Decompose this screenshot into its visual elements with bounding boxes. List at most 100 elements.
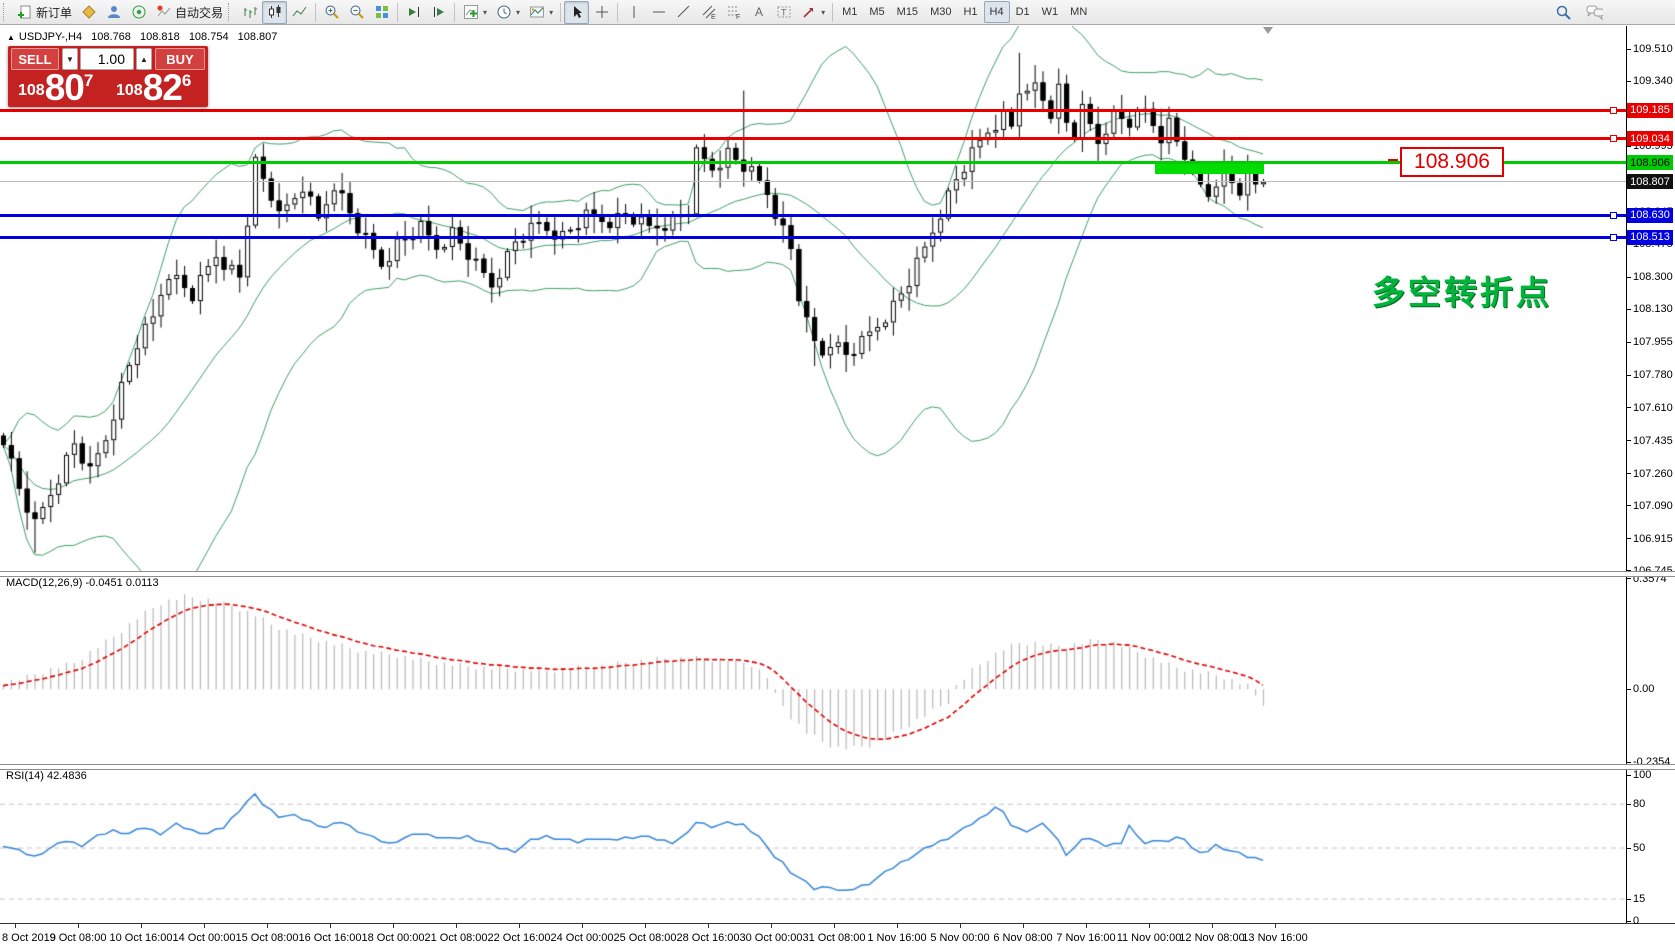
- chart-shift-button[interactable]: [426, 1, 451, 24]
- macd-indicator-label: MACD(12,26,9) -0.0451 0.0113: [6, 577, 159, 589]
- line-handle[interactable]: [1610, 234, 1617, 241]
- turning-point-annotation[interactable]: 多空转折点: [1372, 266, 1552, 314]
- bid-pip-digit: 7: [84, 56, 93, 106]
- tile-windows-button[interactable]: [369, 1, 394, 24]
- new-order-button[interactable]: 新订单: [12, 1, 76, 24]
- line-chart-button[interactable]: [287, 1, 312, 24]
- autotrading-label: 自动交易: [175, 4, 223, 21]
- time-axis-tick: [519, 923, 520, 928]
- price-line-badge: 109.034: [1627, 131, 1673, 146]
- bid-price[interactable]: 108 80 7: [18, 70, 93, 106]
- candlestick-chart-button[interactable]: [262, 1, 287, 24]
- price-axis-label: 107.260: [1633, 468, 1673, 480]
- timeframe-button-w1[interactable]: W1: [1036, 1, 1065, 23]
- channel-button[interactable]: E: [696, 1, 721, 24]
- vertical-line-icon: [625, 4, 642, 21]
- bar-chart-button[interactable]: [237, 1, 262, 24]
- horizontal-line-object[interactable]: [0, 109, 1626, 112]
- rsi-axis-label: 80: [1633, 798, 1645, 810]
- rsi-axis-label: 0: [1633, 915, 1639, 927]
- timeframe-button-h1[interactable]: H1: [957, 1, 983, 23]
- price-axis-label: 108.300: [1633, 271, 1673, 283]
- line-handle[interactable]: [1610, 107, 1617, 114]
- timeframe-button-d1[interactable]: D1: [1010, 1, 1036, 23]
- toolbar-separator: [832, 3, 833, 22]
- rsi-chart-canvas[interactable]: [0, 768, 1626, 923]
- chart-info-line: ▲USDJPY-,H4 108.768 108.818 108.754 108.…: [7, 31, 283, 43]
- toolbar-separator: [315, 3, 316, 22]
- timeframe-button-m1[interactable]: M1: [836, 1, 863, 23]
- indicators-button[interactable]: ▾: [458, 1, 491, 24]
- timeframe-button-m5[interactable]: M5: [863, 1, 890, 23]
- mt4-window: 新订单 自动交易: [0, 0, 1675, 949]
- ask-pip-digit: 6: [182, 56, 191, 106]
- time-axis-label: 6 Nov 08:00: [993, 932, 1052, 944]
- ask-price[interactable]: 108 82 6: [116, 70, 191, 106]
- price-axis-label: 107.090: [1633, 500, 1673, 512]
- price-axis-label: 107.780: [1633, 369, 1673, 381]
- time-axis-border: [0, 923, 1675, 924]
- signals-button[interactable]: [126, 1, 151, 24]
- time-axis-label: 10 Oct 16:00: [110, 932, 173, 944]
- metaeditor-button[interactable]: [76, 1, 101, 24]
- time-axis-tick: [1275, 923, 1276, 928]
- search-icon[interactable]: [1555, 4, 1572, 21]
- trendline-button[interactable]: [671, 1, 696, 24]
- time-axis-tick: [1023, 923, 1024, 928]
- horizontal-line-object[interactable]: [0, 137, 1626, 140]
- horizontal-line-object[interactable]: [0, 214, 1626, 217]
- time-axis-label: 11 Nov 00:00: [1117, 932, 1182, 944]
- line-handle[interactable]: [1610, 212, 1617, 219]
- horizontal-line-button[interactable]: [646, 1, 671, 24]
- macd-chart-canvas[interactable]: [0, 575, 1626, 765]
- price-axis-tick: [1626, 81, 1631, 82]
- time-axis-label: 25 Oct 08:00: [614, 932, 677, 944]
- time-axis-tick: [267, 923, 268, 928]
- zoom-in-button[interactable]: [319, 1, 344, 24]
- pane-splitter[interactable]: [0, 571, 1675, 577]
- toolbar-grip: [228, 3, 234, 21]
- highlight-zone[interactable]: [1155, 164, 1264, 174]
- timeframe-button-h4[interactable]: H4: [984, 1, 1010, 23]
- rsi-axis-tick: [1626, 804, 1631, 805]
- crosshair-button[interactable]: [589, 1, 614, 24]
- one-click-collapse-icon[interactable]: ▲: [7, 33, 15, 42]
- timeframe-button-m15[interactable]: M15: [891, 1, 924, 23]
- time-axis-tick: [960, 923, 961, 928]
- timeframe-button-m30[interactable]: M30: [924, 1, 957, 23]
- profile-button[interactable]: [101, 1, 126, 24]
- vertical-line-button[interactable]: [621, 1, 646, 24]
- line-chart-icon: [291, 4, 308, 21]
- chart-shift-marker[interactable]: [1263, 27, 1273, 34]
- price-label-box[interactable]: 108.906: [1400, 147, 1504, 177]
- rsi-axis-label: 50: [1633, 842, 1645, 854]
- text-button[interactable]: A: [746, 1, 771, 24]
- time-axis-label: 15 Oct 08:00: [236, 932, 299, 944]
- zoom-out-button[interactable]: [344, 1, 369, 24]
- time-axis-label: 16 Oct 16:00: [299, 932, 362, 944]
- templates-button[interactable]: ▾: [524, 1, 557, 24]
- time-axis-tick: [1212, 923, 1213, 928]
- rsi-axis-label: 15: [1633, 893, 1645, 905]
- text-label-button[interactable]: T: [771, 1, 796, 24]
- line-handle[interactable]: [1610, 135, 1617, 142]
- current-price-line[interactable]: [0, 181, 1626, 182]
- price-axis-tick: [1626, 375, 1631, 376]
- user-icon: [105, 4, 122, 21]
- auto-scroll-button[interactable]: [401, 1, 426, 24]
- chat-icon[interactable]: [1586, 4, 1603, 21]
- price-axis-tick: [1626, 277, 1631, 278]
- fibonacci-button[interactable]: F: [721, 1, 746, 24]
- time-axis-label: 30 Oct 00:00: [740, 932, 803, 944]
- time-axis-tick: [771, 923, 772, 928]
- horizontal-line-object[interactable]: [0, 161, 1626, 164]
- svg-text:A: A: [755, 5, 763, 19]
- periods-button[interactable]: ▾: [491, 1, 524, 24]
- arrows-button[interactable]: ▾: [796, 1, 829, 24]
- horizontal-line-object[interactable]: [0, 236, 1626, 239]
- price-axis-label: 106.915: [1633, 533, 1673, 545]
- timeframe-button-mn[interactable]: MN: [1064, 1, 1093, 23]
- pane-splitter[interactable]: [0, 764, 1675, 770]
- cursor-button[interactable]: [564, 1, 589, 24]
- autotrading-button[interactable]: 自动交易: [151, 1, 227, 24]
